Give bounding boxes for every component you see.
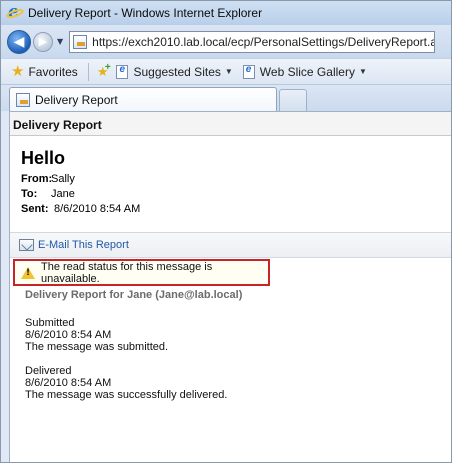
address-url[interactable]: https://exch2010.lab.local/ecp/PersonalS… bbox=[92, 35, 434, 49]
email-this-report-link[interactable]: E-Mail This Report bbox=[38, 239, 129, 251]
internet-explorer-icon: e bbox=[5, 2, 25, 22]
title-bar: e Delivery Report - Windows Internet Exp… bbox=[1, 1, 451, 25]
message-subject: Hello bbox=[21, 148, 66, 168]
action-bar: E-Mail This Report bbox=[10, 232, 451, 258]
ie-page-icon bbox=[116, 64, 129, 79]
from-label: From: bbox=[21, 173, 53, 185]
address-bar[interactable]: https://exch2010.lab.local/ecp/PersonalS… bbox=[69, 30, 436, 53]
recent-pages-dropdown-icon[interactable]: ▼ bbox=[57, 37, 63, 46]
event-description: The message was submitted. bbox=[25, 341, 169, 353]
event-status: Submitted bbox=[25, 317, 75, 329]
tab-delivery-report[interactable]: Delivery Report bbox=[9, 87, 277, 112]
to-label: To: bbox=[21, 188, 38, 200]
favorites-item-label: Web Slice Gallery bbox=[259, 64, 355, 79]
browser-window: e Delivery Report - Windows Internet Exp… bbox=[0, 0, 452, 463]
message-details: From: Sally To: Jane Sent: 8/6/2010 8:54… bbox=[21, 172, 140, 217]
chevron-down-icon: ▼ bbox=[358, 67, 367, 76]
forward-button[interactable]: ▶ bbox=[33, 31, 53, 52]
chevron-down-icon: ▼ bbox=[224, 67, 233, 76]
to-row: To: Jane bbox=[21, 187, 140, 202]
notice-text: The read status for this message is unav… bbox=[41, 260, 213, 285]
event-description: The message was successfully delivered. bbox=[25, 389, 228, 401]
back-button[interactable]: ◀ bbox=[7, 29, 31, 54]
warning-icon bbox=[21, 266, 35, 279]
favorites-button[interactable]: Favorites bbox=[28, 65, 77, 79]
from-value: Sally bbox=[51, 173, 75, 185]
tab-label: Delivery Report bbox=[35, 93, 118, 107]
window-title: Delivery Report - Windows Internet Explo… bbox=[28, 6, 263, 20]
ie-page-icon bbox=[242, 64, 255, 79]
event-submitted: Submitted 8/6/2010 8:54 AM The message w… bbox=[25, 317, 227, 353]
delivery-events: Submitted 8/6/2010 8:54 AM The message w… bbox=[25, 317, 227, 413]
sent-row: Sent: 8/6/2010 8:54 AM bbox=[21, 202, 140, 217]
favorites-item-label: Suggested Sites bbox=[133, 64, 221, 79]
event-time: 8/6/2010 8:54 AM bbox=[25, 329, 112, 341]
favorites-star-icon[interactable]: ★ bbox=[11, 64, 24, 79]
event-status: Delivered bbox=[25, 365, 72, 377]
email-icon[interactable] bbox=[19, 239, 34, 251]
event-time: 8/6/2010 8:54 AM bbox=[25, 377, 112, 389]
page-content: Delivery Report Hello From: Sally To: Ja… bbox=[9, 111, 451, 462]
navigation-bar: ◀ ▶ ▼ https://exch2010.lab.local/ecp/Per… bbox=[1, 25, 451, 58]
section-header: Delivery Report bbox=[10, 112, 451, 136]
page-icon bbox=[73, 34, 88, 49]
to-value: Jane bbox=[51, 188, 75, 200]
favorites-bar: ★ Favorites ★ Suggested Sites ▼ Web Slic… bbox=[1, 58, 451, 84]
favorites-item-suggested-sites[interactable]: Suggested Sites ▼ bbox=[116, 64, 233, 79]
sent-value: 8/6/2010 8:54 AM bbox=[54, 203, 141, 215]
delivery-report-title: Delivery Report for Jane (Jane@lab.local… bbox=[25, 289, 243, 301]
favorites-separator bbox=[87, 62, 89, 81]
event-delivered: Delivered 8/6/2010 8:54 AM The message w… bbox=[25, 365, 227, 401]
from-row: From: Sally bbox=[21, 172, 140, 187]
read-status-notice: The read status for this message is unav… bbox=[13, 259, 270, 286]
tab-bar: Delivery Report bbox=[1, 84, 451, 112]
page-icon bbox=[16, 93, 30, 107]
new-tab-button[interactable] bbox=[279, 89, 307, 112]
sent-label: Sent: bbox=[21, 203, 49, 215]
add-to-favorites-bar-icon[interactable]: ★ bbox=[97, 62, 110, 80]
favorites-item-web-slice-gallery[interactable]: Web Slice Gallery ▼ bbox=[242, 64, 367, 79]
